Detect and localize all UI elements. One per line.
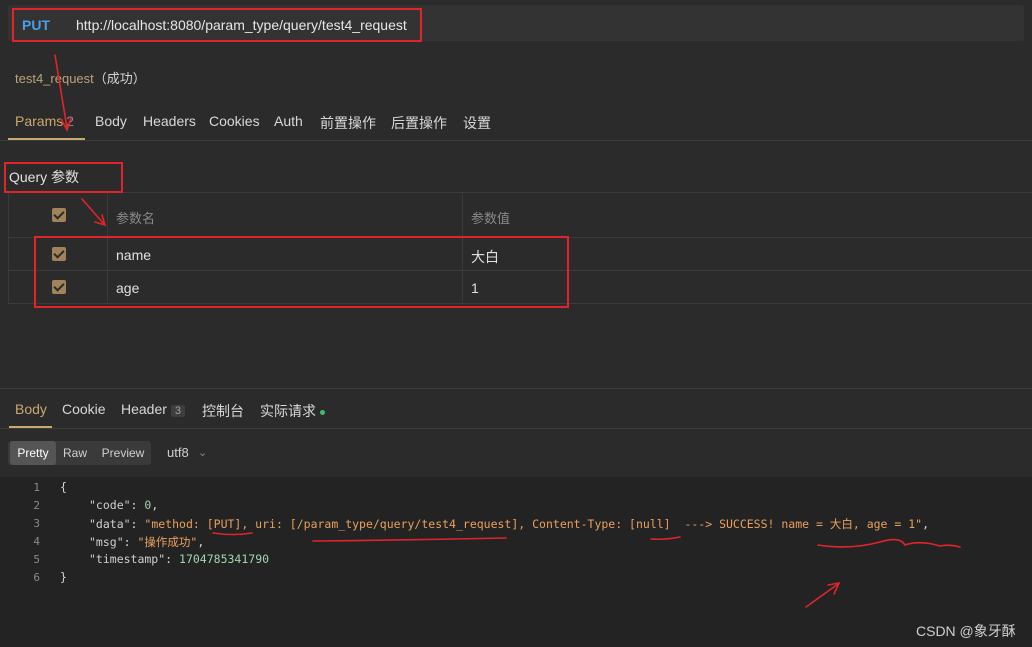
response-tab-body[interactable]: Body (15, 401, 47, 417)
tab-body[interactable]: Body (95, 113, 127, 129)
json-key: "code" (89, 498, 131, 512)
pane-divider[interactable] (0, 388, 1032, 389)
request-name: test4_request（成功） (15, 68, 146, 87)
active-tab-indicator (8, 138, 85, 140)
tab-headers[interactable]: Headers (143, 113, 196, 129)
table-border (8, 192, 9, 303)
encoding-select[interactable]: utf8 (167, 445, 189, 460)
json-key: "msg" (89, 535, 124, 549)
column-header-value: 参数值 (471, 211, 511, 226)
json-string: "method: [PUT], uri: [/param_type/query/… (144, 517, 923, 531)
line-number: 5 (33, 553, 40, 566)
annotation-box-url (12, 8, 422, 42)
raw-button[interactable]: Raw (58, 441, 92, 465)
tab-params-count: 2 (66, 113, 75, 129)
pretty-button[interactable]: Pretty (10, 441, 56, 465)
watermark: CSDN @象牙酥 (916, 623, 1016, 639)
response-tab-actual-request[interactable]: 实际请求 (260, 401, 325, 421)
response-tab-cookie[interactable]: Cookie (62, 401, 106, 417)
response-tab-header-label: Header (121, 401, 167, 417)
code-line: "msg": "操作成功", (89, 535, 205, 549)
code-line: "code": 0, (89, 498, 159, 512)
tab-pre-operations[interactable]: 前置操作 (320, 113, 376, 133)
response-tab-header[interactable]: Header 3 (121, 401, 186, 417)
select-all-checkbox[interactable] (52, 208, 66, 222)
annotation-box-params (34, 236, 569, 308)
column-header-name: 参数名 (116, 211, 156, 226)
tab-cookies[interactable]: Cookies (209, 113, 260, 129)
json-key: "data" (89, 517, 131, 531)
line-number: 3 (33, 517, 40, 530)
header-count-badge: 3 (170, 405, 186, 417)
preview-button[interactable]: Preview (96, 441, 150, 465)
line-number: 4 (33, 535, 40, 548)
json-key: "timestamp" (89, 552, 166, 566)
line-number: 2 (33, 499, 40, 512)
response-tab-divider (0, 428, 1032, 429)
json-string: "操作成功" (137, 535, 198, 549)
tab-settings[interactable]: 设置 (463, 113, 491, 133)
code-line: } (60, 570, 67, 584)
code-line: "timestamp": 1704785341790 (89, 552, 270, 566)
request-name-label: test4_request (15, 71, 94, 86)
tab-auth[interactable]: Auth (274, 113, 303, 129)
status-dot-icon (320, 409, 325, 415)
json-number: 1704785341790 (179, 552, 270, 566)
code-line: { (60, 480, 67, 494)
tab-post-operations[interactable]: 后置操作 (391, 113, 447, 133)
tab-params-label: Params (15, 113, 64, 129)
response-tab-console[interactable]: 控制台 (202, 401, 244, 421)
code-line: "data": "method: [PUT], uri: [/param_typ… (89, 517, 930, 531)
chevron-down-icon[interactable]: ⌄ (198, 446, 207, 459)
response-tab-actual-request-label: 实际请求 (260, 403, 316, 419)
line-number: 6 (33, 571, 40, 584)
tab-params[interactable]: Params 2 (15, 113, 74, 129)
line-number: 1 (33, 481, 40, 494)
json-number: 0 (144, 498, 152, 512)
params-header-row (8, 192, 1032, 238)
annotation-box-query-title (4, 162, 123, 193)
request-status: （成功） (93, 71, 146, 86)
